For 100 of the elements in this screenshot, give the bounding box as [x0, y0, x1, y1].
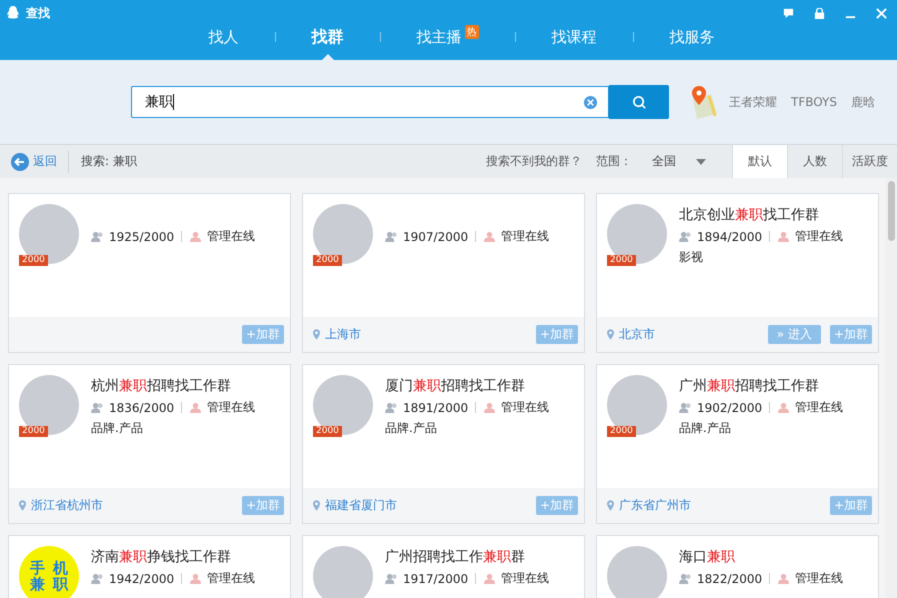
person-icon — [483, 402, 496, 413]
search-button[interactable] — [609, 85, 669, 119]
admin-status: 管理在线 — [795, 399, 844, 416]
nav-tab[interactable]: 找群 — [312, 26, 344, 48]
members-icon — [385, 402, 398, 413]
group-name: 北京创业兼职找工作群 — [679, 206, 820, 224]
group-name: 广州招聘找工作兼职群 — [385, 548, 526, 566]
admin-status: 管理在线 — [207, 570, 256, 587]
member-count: 1891/2000 — [403, 400, 468, 414]
person-icon — [777, 402, 790, 413]
back-button[interactable]: 返回 — [0, 150, 69, 172]
members-icon — [91, 231, 104, 242]
penguin-icon — [6, 5, 20, 21]
level-badge: 2000 — [313, 255, 342, 266]
person-icon — [483, 231, 496, 242]
nav-tab[interactable]: 找人 — [208, 28, 238, 46]
admin-status: 管理在线 — [501, 399, 550, 416]
members-icon — [91, 402, 104, 413]
person-icon — [189, 402, 202, 413]
group-tags: 影视 — [679, 249, 844, 266]
level-badge: 2000 — [313, 426, 342, 437]
group-avatar — [313, 546, 373, 598]
group-name: 杭州兼职招聘找工作群 — [91, 377, 232, 395]
close-icon[interactable] — [876, 8, 887, 18]
join-group-button[interactable]: +加群 — [830, 325, 872, 344]
feedback-icon[interactable] — [783, 8, 794, 18]
level-badge: 2000 — [19, 255, 48, 266]
level-badge: 2000 — [19, 426, 48, 437]
scope-dropdown[interactable]: 全国 — [646, 152, 712, 171]
admin-status: 管理在线 — [795, 228, 844, 245]
group-tags: 品牌.产品 — [91, 420, 256, 437]
person-icon — [777, 573, 790, 584]
level-badge: 2000 — [607, 255, 636, 266]
members-icon — [679, 573, 692, 584]
lock-icon[interactable] — [814, 8, 825, 18]
admin-status: 管理在线 — [207, 399, 256, 416]
member-count: 1942/2000 — [109, 572, 174, 586]
keyword-link[interactable]: 王者荣耀 — [729, 94, 777, 110]
group-tags: 品牌.产品 — [679, 420, 844, 437]
scope-label: 范围： — [596, 153, 632, 170]
window-title: 查找 — [26, 4, 50, 22]
location-pin-icon — [607, 500, 614, 511]
person-icon — [483, 573, 496, 584]
admin-status: 管理在线 — [501, 570, 550, 587]
help-link[interactable]: 搜索不到我的群？ — [486, 153, 582, 170]
location-link[interactable]: 北京市 — [619, 326, 655, 343]
nav-tab[interactable]: 找服务 — [670, 28, 714, 46]
sort-tab[interactable]: 默认 — [732, 145, 787, 178]
location-pin-icon — [313, 329, 320, 340]
members-icon — [679, 402, 692, 413]
member-count: 1894/2000 — [697, 230, 762, 244]
clear-icon[interactable] — [583, 94, 598, 110]
members-icon — [91, 573, 104, 584]
join-group-button[interactable]: +加群 — [242, 325, 284, 344]
join-group-button[interactable]: +加群 — [830, 496, 872, 515]
location-pin-icon — [19, 500, 26, 511]
join-group-button[interactable]: +加群 — [536, 496, 578, 515]
keyword-link[interactable]: 鹿晗 — [851, 94, 875, 110]
members-icon — [385, 573, 398, 584]
scrollbar-thumb[interactable] — [888, 181, 894, 241]
avatar-text: 兼 — [30, 576, 45, 592]
avatar-text: 机 — [53, 560, 68, 576]
person-icon — [189, 573, 202, 584]
group-avatar — [607, 546, 667, 598]
person-icon — [777, 231, 790, 242]
keyword-link[interactable]: TFBOYS — [791, 95, 837, 109]
level-badge: 2000 — [607, 426, 636, 437]
member-count: 1907/2000 — [403, 230, 468, 244]
hot-badge: 热 — [464, 25, 478, 39]
member-count: 1925/2000 — [109, 230, 174, 244]
location-link[interactable]: 浙江省杭州市 — [31, 497, 103, 514]
location-pin-icon — [313, 500, 320, 511]
group-name: 广州兼职招聘找工作群 — [679, 377, 820, 395]
members-icon — [679, 231, 692, 242]
admin-status: 管理在线 — [795, 570, 844, 587]
group-name: 厦门兼职招聘找工作群 — [385, 377, 526, 395]
avatar-text: 手 — [30, 560, 45, 576]
dropdown-caret-icon — [696, 158, 706, 164]
group-tags: 品牌.产品 — [385, 420, 550, 437]
group-name: 海口 兼职 — [679, 548, 736, 566]
search-field[interactable]: 兼职 — [131, 86, 609, 118]
member-count: 1822/2000 — [697, 572, 762, 586]
member-count: 1902/2000 — [697, 400, 762, 414]
location-link[interactable]: 上海市 — [325, 326, 361, 343]
join-group-button[interactable]: +加群 — [536, 325, 578, 344]
member-count: 1917/2000 — [403, 572, 468, 586]
members-icon — [385, 231, 398, 242]
nav-tab[interactable]: 找主播 — [416, 28, 462, 46]
search-query-text: 搜索: 兼职 — [81, 153, 137, 170]
member-count: 1836/2000 — [109, 400, 174, 414]
location-pin-icon — [607, 329, 614, 340]
enter-button[interactable]: » 进入 — [768, 325, 821, 344]
group-name: 济南兼职挣钱找工作群 — [91, 548, 232, 566]
admin-status: 管理在线 — [207, 228, 256, 245]
location-link[interactable]: 广东省广州市 — [619, 497, 691, 514]
location-link[interactable]: 福建省厦门市 — [325, 497, 397, 514]
join-group-button[interactable]: +加群 — [242, 496, 284, 515]
search-icon — [632, 94, 646, 110]
avatar-text: 职 — [53, 576, 68, 592]
nav-tab[interactable]: 找课程 — [552, 28, 596, 46]
